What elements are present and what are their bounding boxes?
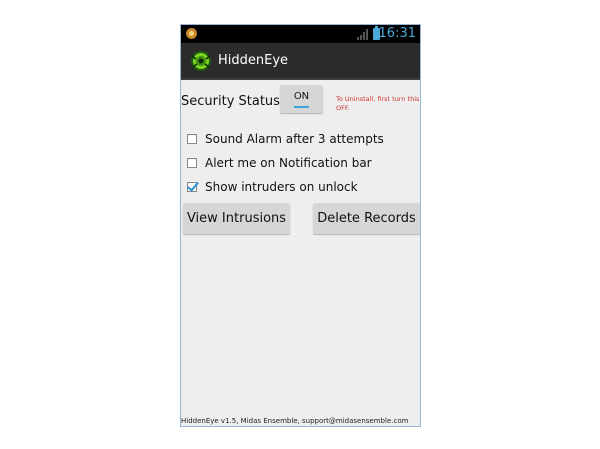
sound-alarm-checkbox[interactable] [187, 134, 197, 144]
notification-icon [186, 28, 197, 39]
app-title: HiddenEye [218, 53, 289, 68]
notification-alert-checkbox[interactable] [187, 158, 197, 168]
sound-alarm-label: Sound Alarm after 3 attempts [205, 132, 384, 146]
phone-screen: 16:31 HiddenEye Security Status ON To Un… [180, 24, 421, 427]
security-toggle-button[interactable]: ON [280, 85, 323, 113]
status-clock: 16:31 [378, 26, 416, 41]
option-sound-alarm[interactable]: Sound Alarm after 3 attempts [187, 130, 384, 148]
security-status-label: Security Status [181, 94, 280, 109]
show-intruders-label: Show intruders on unlock [205, 180, 358, 194]
notification-alert-label: Alert me on Notification bar [205, 156, 372, 170]
delete-records-button[interactable]: Delete Records [313, 203, 420, 234]
status-bar: 16:31 [181, 25, 420, 43]
option-show-intruders[interactable]: Show intruders on unlock [187, 178, 358, 196]
footer-text: HiddenEye v1.5, Midas Ensemble, support@… [181, 417, 409, 425]
toggle-on-indicator [294, 106, 309, 108]
action-bar: HiddenEye [181, 43, 420, 80]
signal-icon [357, 29, 368, 40]
hiddeneye-eye-icon [191, 51, 211, 71]
view-intrusions-button[interactable]: View Intrusions [183, 203, 290, 234]
show-intruders-checkbox[interactable] [187, 182, 197, 192]
uninstall-note: To Uninstall, first turn this OFF. [336, 95, 420, 112]
option-notification-alert[interactable]: Alert me on Notification bar [187, 154, 372, 172]
security-toggle-label: ON [293, 91, 310, 102]
